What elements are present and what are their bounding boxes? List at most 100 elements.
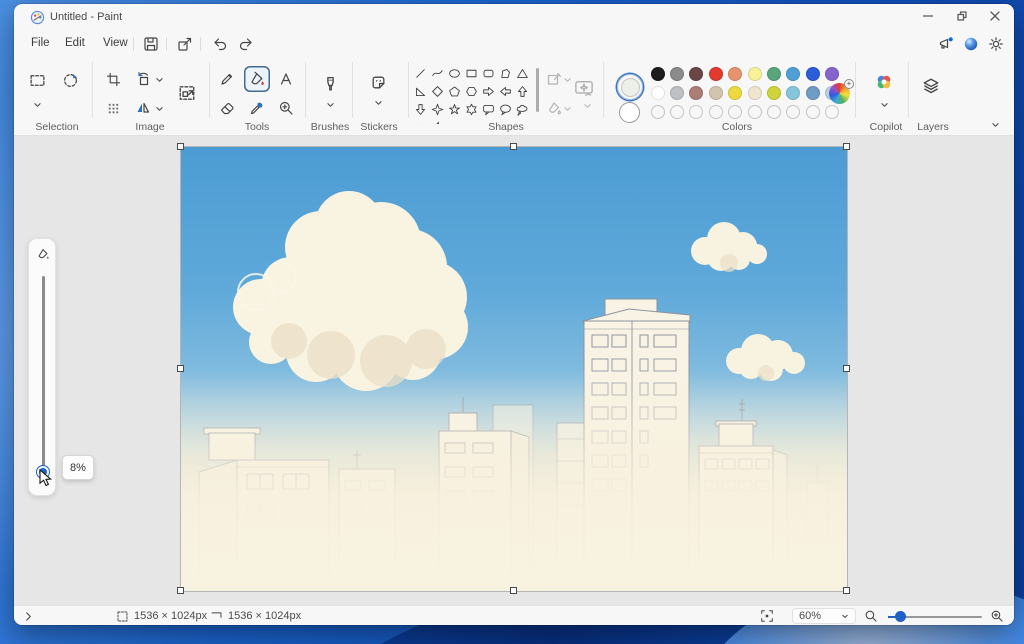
magnifier-tool[interactable] (274, 96, 298, 120)
opacity-slider-track[interactable] (42, 276, 45, 481)
shape-line[interactable] (412, 64, 429, 82)
shape-curve[interactable] (429, 64, 446, 82)
shape-hexagon[interactable] (463, 82, 480, 100)
shapes-scrollbar[interactable] (536, 68, 539, 112)
edit-colors-button[interactable]: + (829, 83, 850, 104)
palette-swatch-empty[interactable] (648, 102, 667, 121)
canvas[interactable] (181, 147, 847, 591)
palette-swatch[interactable] (784, 83, 803, 102)
palette-swatch[interactable] (687, 83, 706, 102)
shape-triangle[interactable] (514, 64, 531, 82)
primary-color-swatch[interactable] (617, 74, 643, 100)
cocreator-chevron[interactable] (582, 101, 592, 109)
shape-star-five[interactable] (446, 100, 463, 118)
free-select-button[interactable] (58, 68, 82, 92)
ribbon-collapse-chevron[interactable] (990, 120, 1000, 128)
palette-swatch-empty[interactable] (803, 102, 822, 121)
stickers-dropdown-chevron[interactable] (373, 98, 383, 106)
secondary-color-swatch[interactable] (619, 102, 640, 123)
flip-icon[interactable] (131, 96, 155, 120)
palette-swatch[interactable] (726, 64, 745, 83)
shape-callout-oval[interactable] (497, 100, 514, 118)
feedback-icon[interactable] (937, 35, 955, 53)
text-tool[interactable] (274, 67, 298, 91)
selection-handle[interactable] (510, 143, 517, 150)
copilot-dropdown-chevron[interactable] (879, 100, 889, 108)
shape-lightning[interactable] (429, 118, 446, 124)
shape-diamond[interactable] (429, 82, 446, 100)
cocreator-icon[interactable] (572, 76, 596, 100)
shape-arrow-left[interactable] (497, 82, 514, 100)
palette-swatch[interactable] (764, 83, 783, 102)
rectangle-select-button[interactable] (25, 68, 49, 92)
stickers-button[interactable] (366, 70, 390, 94)
palette-swatch-empty[interactable] (706, 102, 725, 121)
shape-outline-chevron[interactable] (562, 75, 572, 83)
selection-dropdown-chevron[interactable] (32, 100, 42, 108)
menu-edit[interactable]: Edit (58, 33, 92, 53)
palette-swatch-empty[interactable] (784, 102, 803, 121)
zoom-out-button[interactable] (864, 606, 878, 625)
selection-handle[interactable] (843, 365, 850, 372)
crop-icon[interactable] (101, 67, 125, 91)
save-button[interactable] (142, 35, 160, 53)
palette-swatch[interactable] (803, 64, 822, 83)
shape-right-triangle[interactable] (412, 82, 429, 100)
shape-polygon[interactable] (497, 64, 514, 82)
shape-callout-rounded[interactable] (480, 100, 497, 118)
brushes-dropdown-chevron[interactable] (325, 100, 335, 108)
palette-swatch[interactable] (803, 83, 822, 102)
menu-view[interactable]: View (96, 33, 135, 53)
selection-handle[interactable] (177, 143, 184, 150)
selection-handle[interactable] (177, 365, 184, 372)
close-button[interactable] (978, 4, 1012, 28)
shape-rounded-rectangle[interactable] (480, 64, 497, 82)
palette-swatch[interactable] (648, 83, 667, 102)
palette-swatch[interactable] (648, 64, 667, 83)
palette-swatch-empty[interactable] (764, 102, 783, 121)
minimize-button[interactable] (911, 4, 945, 28)
palette-swatch-empty[interactable] (823, 102, 842, 121)
selection-handle[interactable] (843, 587, 850, 594)
selection-handle[interactable] (510, 587, 517, 594)
palette-swatch[interactable] (784, 64, 803, 83)
palette-swatch[interactable] (667, 83, 686, 102)
rotate-icon[interactable] (131, 67, 155, 91)
shape-rectangle[interactable] (463, 64, 480, 82)
shape-fill-chevron[interactable] (562, 104, 572, 112)
shape-arrow-up[interactable] (514, 82, 531, 100)
shape-star-four[interactable] (429, 100, 446, 118)
palette-swatch[interactable] (706, 83, 725, 102)
palette-swatch[interactable] (667, 64, 686, 83)
palette-swatch[interactable] (706, 64, 725, 83)
shape-arrow-down[interactable] (412, 100, 429, 118)
settings-gear-icon[interactable] (987, 35, 1005, 53)
shape-heart[interactable] (412, 118, 429, 124)
copilot-button[interactable] (872, 70, 896, 94)
fill-tool[interactable] (244, 66, 270, 92)
zoom-in-button[interactable] (990, 606, 1004, 625)
rotate-dropdown-chevron[interactable] (154, 75, 164, 83)
shape-star-six[interactable] (463, 100, 480, 118)
palette-swatch[interactable] (726, 83, 745, 102)
flip-dropdown-chevron[interactable] (154, 104, 164, 112)
color-picker-tool[interactable] (245, 96, 269, 120)
redo-button[interactable] (237, 35, 255, 53)
selection-handle[interactable] (843, 143, 850, 150)
shape-pentagon[interactable] (446, 82, 463, 100)
zoom-slider-thumb[interactable] (895, 611, 906, 622)
selection-handle[interactable] (177, 587, 184, 594)
fit-to-screen-button[interactable] (760, 606, 774, 625)
resize-skew-icon[interactable] (101, 96, 125, 120)
palette-swatch[interactable] (764, 64, 783, 83)
shape-callout-cloud[interactable] (514, 100, 531, 118)
shape-oval[interactable] (446, 64, 463, 82)
menu-file[interactable]: File (24, 33, 57, 53)
shape-arrow-right[interactable] (480, 82, 497, 100)
palette-swatch[interactable] (745, 64, 764, 83)
pencil-tool[interactable] (215, 67, 239, 91)
palette-swatch[interactable] (745, 83, 764, 102)
copilot-titlebar-icon[interactable] (962, 35, 980, 53)
palette-swatch-empty[interactable] (687, 102, 706, 121)
undo-button[interactable] (211, 35, 229, 53)
